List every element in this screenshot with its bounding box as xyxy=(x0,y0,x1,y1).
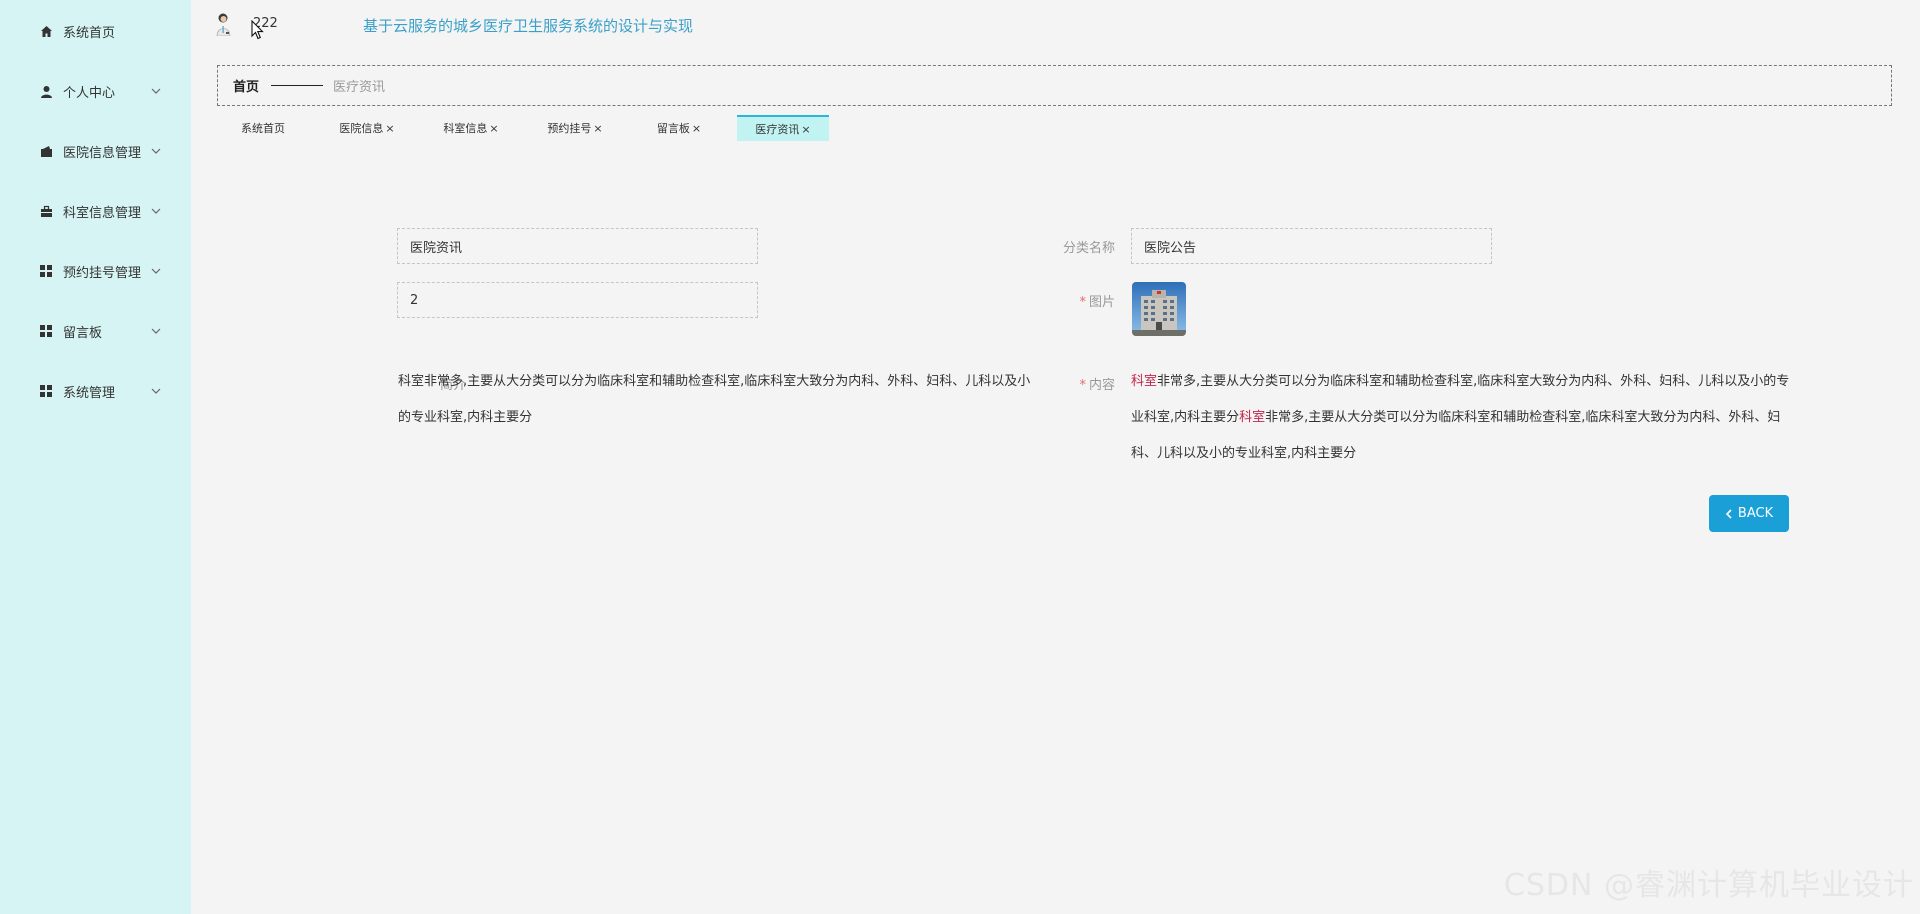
tab-hospital-info[interactable]: 医院信息 × xyxy=(321,115,413,141)
image-label: * 图片 xyxy=(1079,295,1115,310)
hospital-image[interactable] xyxy=(1132,282,1186,336)
chevron-down-icon xyxy=(149,144,163,158)
chevron-down-icon xyxy=(149,324,163,338)
chevron-down-icon xyxy=(149,204,163,218)
grid-icon xyxy=(39,264,53,278)
content-highlight: 科室 xyxy=(1131,374,1158,389)
chevron-left-icon xyxy=(1725,508,1732,519)
wallet-icon xyxy=(39,144,53,158)
chevron-down-icon xyxy=(149,84,163,98)
watermark: CSDN @睿渊计算机毕业设计 xyxy=(1503,868,1914,903)
sidebar-item-messages[interactable]: 留言板 xyxy=(0,301,191,361)
sidebar-item-appointment[interactable]: 预约挂号管理 xyxy=(0,241,191,301)
tab-department-info[interactable]: 科室信息 × xyxy=(425,115,517,141)
tab-label: 预约挂号 xyxy=(547,122,592,135)
avatar[interactable] xyxy=(215,12,233,37)
back-button[interactable]: BACK xyxy=(1709,495,1789,532)
sidebar-item-label: 医院信息管理 xyxy=(63,145,142,161)
system-title: 基于云服务的城乡医疗卫生服务系统的设计与实现 xyxy=(363,17,694,35)
content-label: * 内容 xyxy=(1079,378,1115,393)
mouse-cursor-icon xyxy=(251,19,265,44)
close-icon[interactable]: × xyxy=(489,122,498,135)
sidebar-item-label: 个人中心 xyxy=(63,85,116,101)
chevron-down-icon xyxy=(149,264,163,278)
tab-label: 系统首页 xyxy=(241,122,285,135)
close-icon[interactable]: × xyxy=(692,122,701,135)
breadcrumb: 首页 医疗资讯 xyxy=(217,65,1892,106)
sidebar-item-label: 留言板 xyxy=(63,325,103,341)
sidebar-item-profile[interactable]: 个人中心 xyxy=(0,61,191,121)
tab-bar: 系统首页 医院信息 × 科室信息 × 预约挂号 × 留言板 × 医疗资讯 × xyxy=(217,115,841,142)
sidebar-item-label: 预约挂号管理 xyxy=(63,265,142,281)
tab-label: 医疗资讯 xyxy=(755,123,800,136)
content-highlight: 科室 xyxy=(1239,410,1266,425)
sidebar-item-hospital[interactable]: 医院信息管理 xyxy=(0,121,191,181)
sidebar-item-label: 科室信息管理 xyxy=(63,205,142,221)
publisher-field[interactable]: 2 xyxy=(397,282,758,318)
breadcrumb-home[interactable]: 首页 xyxy=(233,76,259,95)
tab-appointment[interactable]: 预约挂号 × xyxy=(529,115,621,141)
grid-icon xyxy=(39,324,53,338)
main-content: 222 基于云服务的城乡医疗卫生服务系统的设计与实现 首页 医疗资讯 系统首页 … xyxy=(191,0,1920,914)
tab-home[interactable]: 系统首页 xyxy=(217,115,309,141)
tab-label: 留言板 xyxy=(656,122,690,135)
back-button-label: BACK xyxy=(1737,506,1774,521)
home-icon xyxy=(39,24,53,38)
close-icon[interactable]: × xyxy=(801,123,810,136)
sidebar-item-department[interactable]: 科室信息管理 xyxy=(0,181,191,241)
breadcrumb-current: 医疗资讯 xyxy=(333,80,386,95)
title-field[interactable]: 医院资讯 xyxy=(397,228,758,264)
close-icon[interactable]: × xyxy=(593,122,602,135)
sidebar-item-system[interactable]: 系统管理 xyxy=(0,361,191,421)
tab-messages[interactable]: 留言板 × xyxy=(633,115,725,141)
tab-medical-news[interactable]: 医疗资讯 × xyxy=(737,115,829,141)
content-text: 科室非常多,主要从大分类可以分为临床科室和辅助检查科室,临床科室大致分为内科、外… xyxy=(1131,364,1793,472)
user-icon xyxy=(39,84,53,98)
topbar: 222 基于云服务的城乡医疗卫生服务系统的设计与实现 xyxy=(191,0,1920,50)
category-label: 分类名称 xyxy=(1062,241,1115,256)
sidebar: 系统首页 个人中心 医院信息管理 科室信息管理 预约挂号管理 留言板 系统管理 xyxy=(0,0,191,914)
tab-label: 医院信息 xyxy=(339,122,384,135)
breadcrumb-separator xyxy=(271,85,324,86)
sidebar-item-label: 系统首页 xyxy=(63,25,116,41)
grid-icon xyxy=(39,384,53,398)
intro-text: 科室非常多,主要从大分类可以分为临床科室和辅助检查科室,临床科室大致分为内科、外… xyxy=(398,374,1031,425)
briefcase-icon xyxy=(39,204,53,218)
sidebar-item-home[interactable]: 系统首页 xyxy=(0,1,191,61)
chevron-down-icon xyxy=(149,384,163,398)
tab-label: 科室信息 xyxy=(443,122,488,135)
sidebar-item-label: 系统管理 xyxy=(63,385,116,401)
close-icon[interactable]: × xyxy=(385,122,394,135)
category-field[interactable]: 医院公告 xyxy=(1131,228,1492,264)
